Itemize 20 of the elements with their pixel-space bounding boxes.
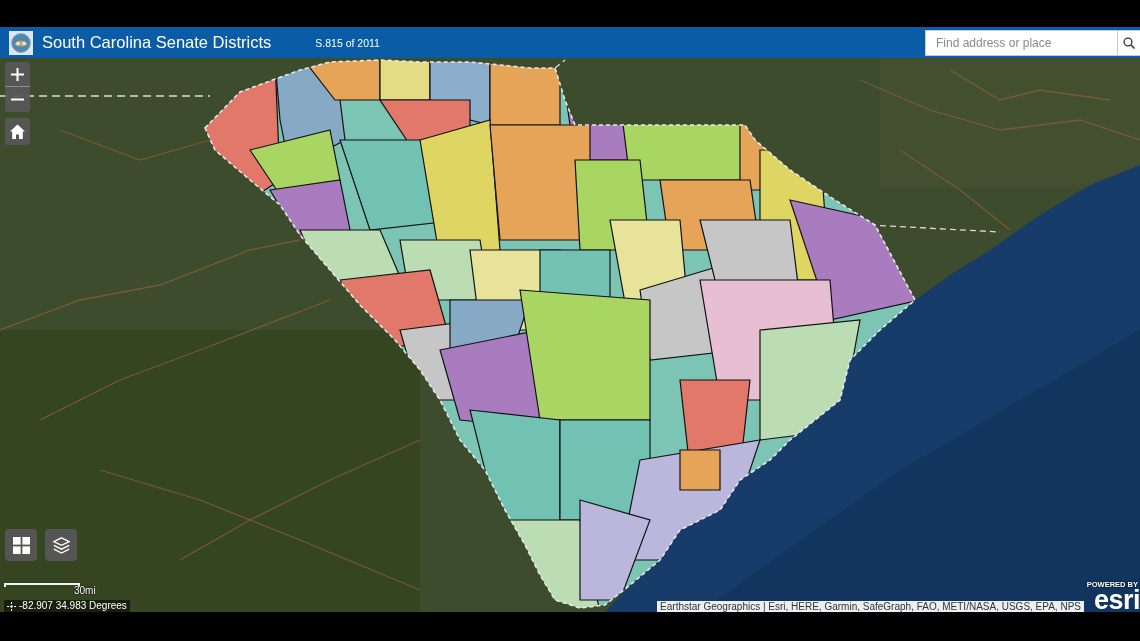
app-title: South Carolina Senate Districts	[42, 33, 272, 52]
home-button[interactable]	[5, 118, 30, 145]
grid-icon	[12, 536, 30, 554]
basemap-gallery-button[interactable]	[5, 529, 37, 561]
zoom-in-button[interactable]	[5, 62, 30, 87]
layers-icon	[52, 536, 70, 554]
logo-wordmark: esri	[1093, 589, 1140, 611]
coordinates-text: -82.907 34.983 Degrees	[19, 600, 127, 612]
search-field[interactable]: Find address or place	[925, 29, 1117, 56]
search-button[interactable]	[1117, 29, 1140, 56]
layers-button[interactable]	[45, 529, 77, 561]
search-icon	[1123, 36, 1135, 49]
crosshair-icon	[7, 601, 16, 611]
plus-icon	[11, 67, 24, 81]
home-icon	[10, 124, 25, 139]
scale-label: 30mi	[74, 585, 96, 596]
seal-icon	[9, 30, 33, 55]
app-subtitle: S.815 of 2011	[315, 36, 380, 49]
attribution-text: Earthstar Geographics | Esri, HERE, Garmin, SafeGraph, FAO, METI/NASA, USGS, EPA, NPS	[657, 601, 1084, 612]
zoom-out-button[interactable]	[5, 87, 30, 112]
